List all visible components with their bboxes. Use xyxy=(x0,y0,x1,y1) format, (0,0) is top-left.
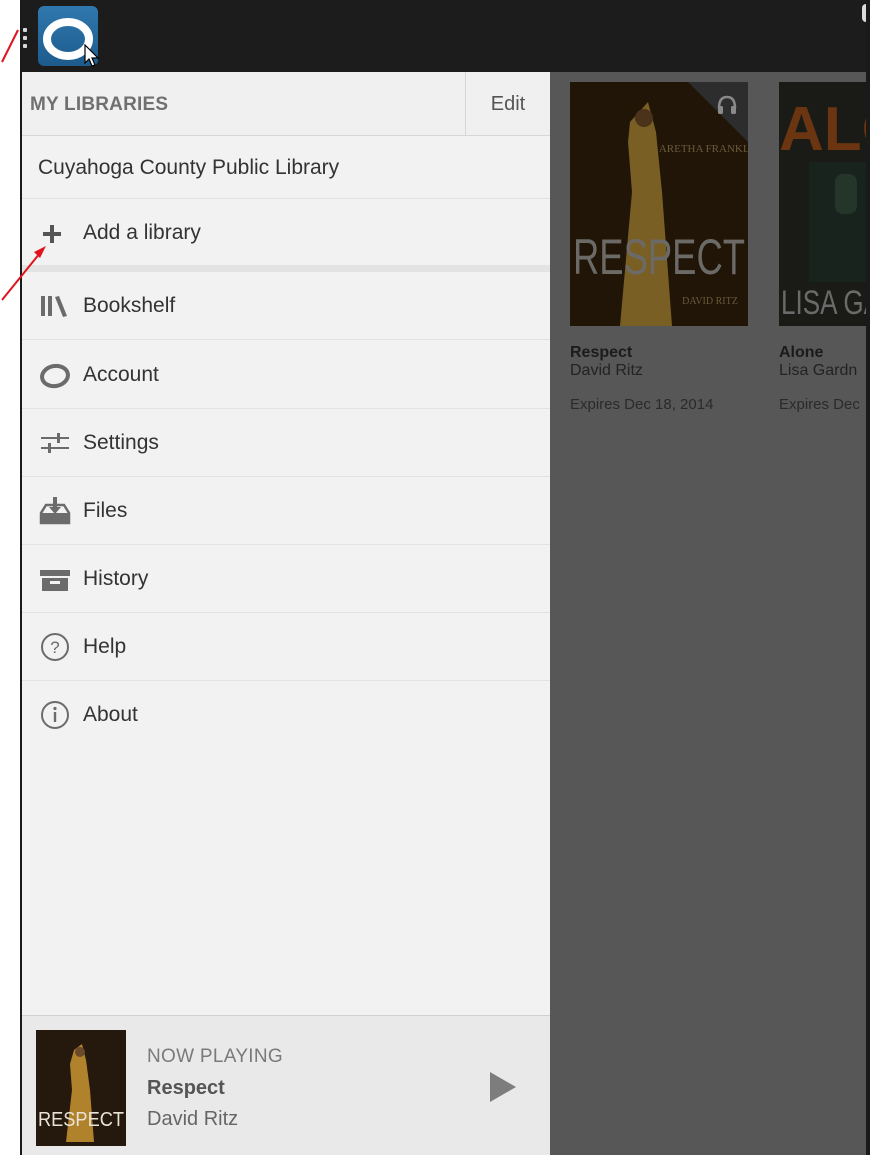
annotation-arrow-to-menu xyxy=(1,29,19,63)
account-icon xyxy=(40,363,70,389)
nav-item-files[interactable]: Files xyxy=(22,477,550,545)
svg-text:RESPECT: RESPECT xyxy=(38,1109,124,1131)
now-playing-label: NOW PLAYING xyxy=(147,1046,283,1067)
nav-item-help[interactable]: ? Help xyxy=(22,613,550,681)
drawer-indicator-icon[interactable] xyxy=(22,28,28,48)
nav-label: Settings xyxy=(83,431,159,454)
respect-cover-art: RESPECT xyxy=(36,1030,126,1146)
device-frame-right xyxy=(866,0,870,1155)
book-cover[interactable]: ALO LISA GA xyxy=(779,82,866,326)
svg-text:?: ? xyxy=(50,638,59,657)
book-cover[interactable]: ARETHA FRANKLIN RESPECT DAVID RITZ xyxy=(570,82,748,326)
bookshelf-icon xyxy=(41,296,67,317)
library-name: Cuyahoga County Public Library xyxy=(38,156,340,179)
action-bar xyxy=(22,0,866,72)
nav-label: History xyxy=(83,567,149,590)
svg-text:DAVID RITZ: DAVID RITZ xyxy=(682,296,738,307)
bookshelf-content: ARETHA FRANKLIN RESPECT DAVID RITZ Respe… xyxy=(550,72,866,1155)
book-title: Alone xyxy=(779,344,824,361)
svg-text:LISA GA: LISA GA xyxy=(781,284,866,322)
book-author: David Ritz xyxy=(570,362,643,379)
svg-text:RESPECT: RESPECT xyxy=(573,229,745,285)
my-libraries-header: MY LIBRARIES Edit xyxy=(22,72,550,136)
about-icon xyxy=(41,701,69,729)
add-library-button[interactable]: Add a library xyxy=(22,199,550,265)
headphones-icon xyxy=(717,95,737,114)
now-playing-author: David Ritz xyxy=(147,1108,239,1130)
now-playing-title: Respect xyxy=(147,1077,225,1099)
section-divider xyxy=(22,265,550,272)
nav-item-history[interactable]: History xyxy=(22,545,550,613)
book-expiry: Expires Dec 18, 2014 xyxy=(570,396,714,413)
files-icon xyxy=(39,497,71,525)
now-playing-cover[interactable]: RESPECT xyxy=(36,1030,126,1146)
respect-cover-art: ARETHA FRANKLIN RESPECT DAVID RITZ xyxy=(570,82,748,326)
book-title: Respect xyxy=(570,344,633,361)
nav-item-account[interactable]: Account xyxy=(22,341,550,409)
plus-icon xyxy=(43,225,61,243)
nav-label: Help xyxy=(83,635,127,658)
help-icon: ? xyxy=(41,633,69,661)
navigation-drawer: MY LIBRARIES Edit Cuyahoga County Public… xyxy=(22,72,550,1155)
library-item[interactable]: Cuyahoga County Public Library xyxy=(22,136,550,199)
add-library-label: Add a library xyxy=(83,221,201,244)
my-libraries-title: MY LIBRARIES xyxy=(30,94,169,115)
nav-item-about[interactable]: About xyxy=(22,681,550,749)
nav-label: Bookshelf xyxy=(83,294,176,317)
book-expiry: Expires Dec xyxy=(779,396,860,413)
nav-label: Account xyxy=(83,363,159,386)
now-playing-bar[interactable]: RESPECT NOW PLAYING Respect David Ritz xyxy=(22,1015,550,1155)
book-author: Lisa Gardn xyxy=(779,362,858,379)
mouse-cursor-icon xyxy=(84,44,100,67)
edit-button[interactable]: Edit xyxy=(465,72,550,136)
nav-label: Files xyxy=(83,499,128,522)
svg-text:ARETHA FRANKLIN: ARETHA FRANKLIN xyxy=(659,143,748,155)
alone-cover-art: ALO LISA GA xyxy=(779,82,866,326)
nav-label: About xyxy=(83,703,138,726)
nav-item-bookshelf[interactable]: Bookshelf xyxy=(22,272,550,340)
history-icon xyxy=(40,570,70,591)
nav-item-settings[interactable]: Settings xyxy=(22,409,550,477)
play-button[interactable] xyxy=(488,1070,518,1104)
settings-icon xyxy=(41,433,69,453)
svg-text:ALO: ALO xyxy=(779,95,866,164)
